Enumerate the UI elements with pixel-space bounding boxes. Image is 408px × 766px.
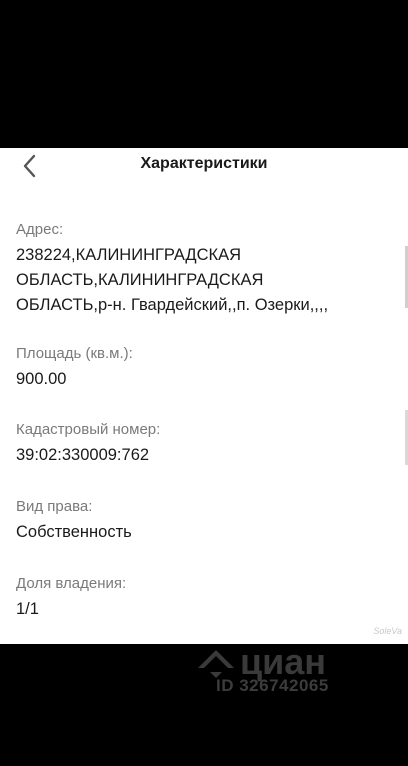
ownership-share-label: Доля владения: bbox=[16, 575, 127, 592]
characteristics-panel: Характеристики Адрес: 238224,КАЛИНИНГРАД… bbox=[0, 148, 408, 644]
right-type-value: Собственность bbox=[16, 523, 132, 541]
corner-watermark: SoleVa bbox=[373, 626, 402, 636]
right-type-field: Вид права: Собственность bbox=[16, 497, 396, 545]
ownership-share-value: 1/1 bbox=[16, 600, 39, 618]
area-value: 900.00 bbox=[16, 370, 67, 388]
address-label: Адрес: bbox=[16, 221, 64, 238]
cadastral-label: Кадастровый номер: bbox=[16, 421, 161, 438]
area-field: Площадь (кв.м.): 900.00 bbox=[16, 344, 396, 392]
address-line: 238224,КАЛИНИНГРАДСКАЯ bbox=[16, 246, 242, 264]
address-field: Адрес: 238224,КАЛИНИНГРАДСКАЯ ОБЛАСТЬ,КА… bbox=[16, 220, 396, 318]
cadastral-field: Кадастровый номер: 39:02:330009:762 bbox=[16, 420, 396, 468]
address-value: 238224,КАЛИНИНГРАДСКАЯ ОБЛАСТЬ,КАЛИНИНГР… bbox=[16, 243, 396, 318]
address-line: ОБЛАСТЬ,р-н. Гвардейский,,п. Озерки,,,, bbox=[16, 296, 329, 314]
area-label: Площадь (кв.м.): bbox=[16, 345, 133, 362]
ownership-share-field: Доля владения: 1/1 bbox=[16, 574, 396, 622]
page-title: Характеристики bbox=[140, 155, 268, 172]
listing-id-watermark: ID 326742065 bbox=[216, 676, 329, 695]
header: Характеристики bbox=[0, 148, 408, 184]
address-line: ОБЛАСТЬ,КАЛИНИНГРАДСКАЯ bbox=[16, 271, 264, 289]
right-type-label: Вид права: bbox=[16, 498, 93, 515]
cadastral-value: 39:02:330009:762 bbox=[16, 446, 150, 464]
screen: Характеристики Адрес: 238224,КАЛИНИНГРАД… bbox=[0, 0, 408, 766]
